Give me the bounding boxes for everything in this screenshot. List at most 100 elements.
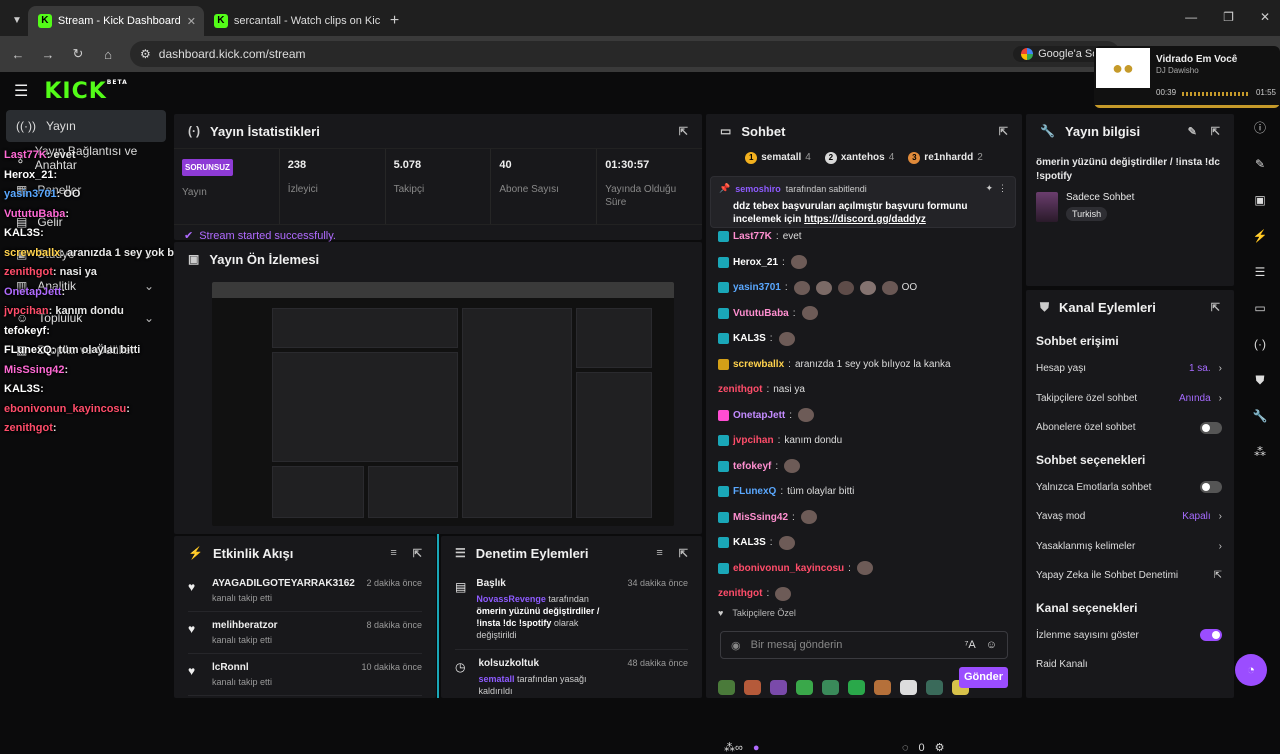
moderation-target[interactable]: kolsuzkoltuk	[478, 658, 617, 669]
menu-icon[interactable]: ☰	[14, 81, 28, 101]
moderation-item[interactable]: ▤ Başlık NovassRevenge tarafından ömerin y…	[455, 570, 688, 650]
setting-toggle[interactable]	[1200, 421, 1222, 434]
activity-item[interactable]: ♥ AYAGADILGOTEYARRAK3162 kanalı takip etti…	[188, 570, 422, 612]
browser-tab-clips[interactable]: K sercantall - Watch clips on Kick ✕	[204, 6, 380, 36]
send-button[interactable]: Gönder	[959, 667, 1008, 688]
moderation-item[interactable]: ◷ kolsuzkoltuk sematall tarafından yasağı …	[455, 650, 688, 698]
category-name[interactable]: Sadece Sohbet	[1066, 192, 1134, 203]
bolt-icon[interactable]: ⚡	[1240, 218, 1280, 254]
chat-message[interactable]: VututuBaba:	[718, 301, 1010, 327]
popout-icon[interactable]: ⇱	[1211, 125, 1220, 138]
channel-setting-row[interactable]: Yasaklanmış kelimeler ›	[1026, 532, 1234, 562]
setting-toggle[interactable]	[1200, 481, 1222, 494]
chat-username[interactable]: screwballx	[733, 352, 784, 378]
quick-emote[interactable]	[822, 680, 839, 695]
activity-user[interactable]: AYAGADILGOTEYARRAK3162	[212, 578, 355, 589]
moderator-name[interactable]: sematall	[478, 674, 514, 684]
chat-message[interactable]: MisSsing42:	[718, 505, 1010, 531]
quick-emote[interactable]	[718, 680, 735, 695]
chat-username[interactable]: zenithgot	[718, 581, 762, 607]
chat-username[interactable]: tefokeyf	[733, 454, 771, 480]
chat-message[interactable]: screwballx: aranızda 1 sey yok bılıyoz la…	[718, 352, 1010, 378]
activity-user[interactable]: lcRonnl	[212, 662, 272, 673]
chat-username[interactable]: jvpcihan	[733, 428, 774, 454]
channel-setting-row[interactable]: Yalnızca Emotlarla sohbet	[1026, 473, 1234, 503]
pinned-link[interactable]: https://discord.gg/daddyz	[804, 214, 926, 225]
channel-setting-row[interactable]: Yavaş mod Kapalı ›	[1026, 502, 1234, 532]
stream-preview-video[interactable]	[212, 282, 674, 526]
chat-username[interactable]: OnetapJett	[733, 403, 785, 429]
popout-icon[interactable]: ⇱	[1211, 301, 1220, 314]
chat-username[interactable]: KAL3S	[733, 326, 766, 352]
panel-resize-handle[interactable]	[437, 534, 439, 698]
activity-item[interactable]: ♥ lcRonnl kanalı takip etti 10 dakika önce	[188, 654, 422, 696]
broadcast-icon[interactable]: (·)	[1240, 326, 1280, 362]
popout-icon[interactable]: ⇱	[999, 125, 1008, 138]
settings-gear-icon[interactable]: ⚙	[935, 741, 945, 754]
quick-emote[interactable]	[900, 680, 917, 695]
unpin-icon[interactable]: ✦	[985, 183, 993, 194]
edit-icon[interactable]: ✎	[1240, 146, 1280, 182]
pinned-message[interactable]: 📌 semoshiro tarafından sabitlendi ✦ ⋮ dd…	[710, 176, 1016, 228]
quick-emote[interactable]	[770, 680, 787, 695]
emoji-icon[interactable]: ☺	[986, 639, 997, 651]
chat-username[interactable]: MisSsing42	[733, 505, 788, 531]
channel-setting-row[interactable]: İzlenme sayısını göster	[1026, 621, 1234, 651]
edit-icon[interactable]: ✎	[1188, 125, 1197, 138]
chat-username[interactable]: ebonivonun_kayincosu	[733, 556, 844, 582]
chat-username[interactable]: VututuBaba	[733, 301, 789, 327]
home-icon[interactable]: ⌂	[100, 47, 116, 62]
quick-emote[interactable]	[874, 680, 891, 695]
site-info-icon[interactable]: ⚙	[140, 47, 151, 61]
chat-message[interactable]: jvpcihan: kanım dondu	[718, 428, 1010, 454]
quick-emote[interactable]	[848, 680, 865, 695]
minimize-icon[interactable]: —	[1185, 10, 1197, 24]
browser-tab-dashboard[interactable]: K Stream - Kick Dashboard ✕	[27, 6, 204, 36]
users-icon[interactable]: ⁂∞	[724, 741, 743, 754]
channel-setting-row[interactable]: Abonelere özel sohbet	[1026, 413, 1234, 443]
channel-setting-row[interactable]: Hesap yaşı 1 sa. ›	[1026, 354, 1234, 384]
popout-icon[interactable]: ⇱	[413, 547, 422, 560]
chat-message[interactable]: OnetapJett:	[718, 403, 1010, 429]
chat-message[interactable]: Herox_21:	[718, 250, 1010, 276]
filter-icon[interactable]: ≡	[656, 547, 662, 559]
moderator-name[interactable]: NovassRevenge	[476, 594, 546, 604]
moderation-target[interactable]: Başlık	[476, 578, 617, 589]
forward-icon[interactable]: →	[40, 47, 56, 62]
quick-emote[interactable]	[796, 680, 813, 695]
chat-message[interactable]: ebonivonun_kayincosu:	[718, 556, 1010, 582]
new-tab-button[interactable]: +	[380, 6, 409, 36]
media-player-popup[interactable]: ●● Vidrado Em Você DJ Dawisho 00:39 01:5…	[1094, 46, 1280, 108]
chat-message[interactable]: yasin3701: OO	[718, 275, 1010, 301]
setting-toggle[interactable]	[1200, 629, 1222, 642]
popout-icon[interactable]: ⇱	[679, 547, 688, 560]
top-chatter[interactable]: 3 re1nhardd 2	[908, 152, 983, 164]
chat-username[interactable]: Herox_21	[733, 250, 778, 276]
channel-setting-row[interactable]: Yapay Zeka ile Sohbet Denetimi ⇱	[1026, 561, 1234, 591]
url-input[interactable]: ⚙ dashboard.kick.com/stream Google'a Sor	[130, 41, 1120, 67]
quick-emote[interactable]	[744, 680, 761, 695]
tag-badge[interactable]: Turkish	[1066, 207, 1108, 221]
reload-icon[interactable]: ↻	[70, 46, 86, 62]
track-progress-bar[interactable]	[1094, 105, 1280, 108]
sidebar-item-stream[interactable]: ((·)) Yayın	[6, 110, 166, 142]
chat-username[interactable]: FLunexQ	[733, 479, 776, 505]
chat-input[interactable]: ◉ Bir mesaj gönderin ⁷A ☺	[720, 631, 1008, 659]
chat-username[interactable]: zenithgot	[718, 377, 762, 403]
kick-logo[interactable]: KICKBETA	[44, 79, 127, 104]
points-icon[interactable]: ◌	[902, 742, 909, 754]
more-icon[interactable]: ⋮	[998, 183, 1007, 194]
preview-icon[interactable]: ▣	[1240, 182, 1280, 218]
close-window-icon[interactable]: ✕	[1260, 10, 1270, 24]
channel-setting-row[interactable]: Takipçilere özel sohbet Anında ›	[1026, 384, 1234, 414]
chat-username[interactable]: yasin3701	[733, 275, 781, 301]
chat-message[interactable]: KAL3S:	[718, 530, 1010, 556]
channel-setting-row[interactable]: Raid Kanalı	[1026, 650, 1234, 680]
close-tab-icon[interactable]: ✕	[187, 15, 196, 28]
chat-username[interactable]: KAL3S	[733, 530, 766, 556]
wrench-icon[interactable]: 🔧	[1240, 398, 1280, 434]
info-icon[interactable]: ⓘ	[1240, 110, 1280, 146]
users-icon[interactable]: ⁂	[1240, 434, 1280, 470]
back-icon[interactable]: ←	[10, 47, 26, 62]
chat-message[interactable]: tefokeyf:	[718, 454, 1010, 480]
